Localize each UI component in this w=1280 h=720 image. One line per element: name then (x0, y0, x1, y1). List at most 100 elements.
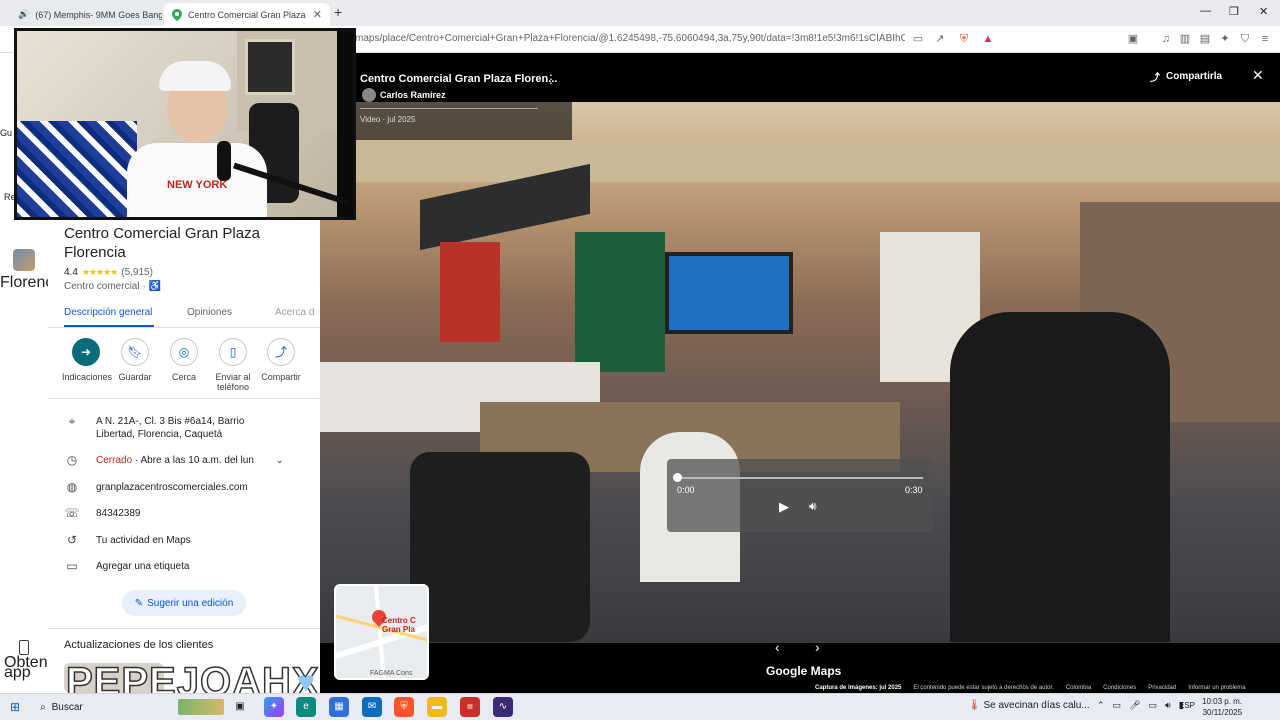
review-count[interactable]: (5,915) (121, 267, 153, 278)
app-icon[interactable]: ∿ (493, 697, 513, 717)
volume-icon[interactable]: 🔊︎ (1165, 700, 1171, 711)
address-row[interactable]: ⌖ A N. 21A-, Cl. 3 Bis #6a14, Barrio Lib… (64, 415, 304, 441)
phone-row[interactable]: ☏ 84342389 (64, 507, 140, 520)
volume-icon[interactable]: 🔊︎ (809, 499, 817, 514)
avatar[interactable] (362, 88, 376, 102)
microphone (217, 141, 231, 181)
send-to-phone-button[interactable]: ▯ Enviar al teléfono (209, 338, 257, 392)
minimap-label: Centro C Gran Pla (382, 616, 416, 634)
store-icon[interactable]: ▦ (329, 697, 349, 717)
mic-icon[interactable]: 🎤︎ (1129, 700, 1140, 711)
video-date: Video · jul 2025 (360, 115, 416, 124)
chevron-up-icon[interactable]: ⌃ (1097, 700, 1105, 711)
task-view-icon[interactable]: ▣ (230, 697, 250, 717)
cast-icon[interactable]: ▭ (911, 32, 925, 46)
close-tab-icon[interactable]: ✕ (313, 8, 322, 21)
divider (48, 628, 320, 629)
music-icon[interactable]: ♫ (1159, 32, 1173, 46)
banner-green (575, 232, 665, 372)
divider (360, 108, 538, 109)
maximize-button[interactable]: ❐ (1229, 5, 1239, 18)
chevron-down-icon[interactable]: ⌄ (276, 454, 284, 467)
folder-icon[interactable]: ▬ (427, 697, 447, 717)
vpn-icon[interactable]: ⛉ (1238, 32, 1252, 46)
activity-row[interactable]: ↺ Tu actividad en Maps (64, 534, 191, 547)
brave-shield-icon[interactable]: ⛨ (957, 32, 971, 46)
share-page-icon[interactable]: ↗ (933, 32, 947, 46)
history-icon: ↺ (66, 533, 78, 547)
share-icon: ⤴ (1150, 73, 1160, 84)
rating-value: 4.4 (64, 267, 78, 278)
hours-text: Cerrado · Abre a las 10 a.m. del lun (96, 454, 254, 467)
recent-place-thumbnail[interactable] (13, 249, 35, 271)
media-app-icon[interactable]: ▤ (460, 697, 480, 717)
category-label[interactable]: Centro comercial · ♿ (64, 281, 161, 292)
clock[interactable]: 10:03 p. m. 30/11/2025 (1202, 696, 1242, 718)
photo-viewer: Centro Comercial Gran Plaza Floren... ⋮ … (320, 53, 1280, 693)
rail-item-get-app[interactable]: Obtener app (0, 655, 62, 681)
tab-title: (67) Memphis- 9MM Goes Bang (35, 9, 162, 20)
language-indicator[interactable]: ESP (1179, 701, 1195, 710)
address-text: A N. 21A-, Cl. 3 Bis #6a14, Barrio Liber… (96, 416, 245, 440)
windows-start-icon[interactable]: ⊞ (10, 700, 20, 714)
edge-icon[interactable]: e (296, 697, 316, 717)
brave-icon[interactable]: ⛨ (394, 697, 414, 717)
clock-time: 10:03 p. m. (1202, 697, 1243, 706)
play-icon[interactable]: ▶ (779, 499, 789, 515)
taskbar-search[interactable]: ⌕ Buscar (34, 697, 224, 717)
label-row[interactable]: ▭ Agregar una etiqueta (64, 560, 189, 573)
progress-bar[interactable] (677, 477, 923, 479)
hours-row[interactable]: ◷ Cerrado · Abre a las 10 a.m. del lun ⌄ (64, 453, 284, 467)
rewards-icon[interactable]: ▲ (981, 32, 995, 46)
suggest-edit-button[interactable]: ✎ Sugerir una edición (122, 590, 246, 616)
speaker-icon: 🔊 (18, 9, 30, 19)
footer-report[interactable]: Informar un problema (1188, 685, 1245, 691)
network-icon[interactable]: ▭ (1149, 700, 1158, 711)
tab-overview[interactable]: Descripción general (64, 307, 152, 318)
clock-date: 30/11/2025 (1202, 708, 1243, 717)
search-placeholder: Buscar (51, 701, 83, 713)
tab-title: Centro Comercial Gran Plaza Flo (188, 9, 307, 20)
footer-terms[interactable]: Condiciones (1103, 685, 1136, 691)
share-label: Compartirla (1166, 71, 1223, 82)
copilot-icon[interactable]: ✦ (264, 697, 284, 717)
new-tab-button[interactable]: + (334, 4, 342, 20)
progress-knob[interactable] (673, 473, 682, 482)
video-controls: 0:00 0:30 ▶ 🔊︎ (667, 459, 933, 532)
phone-icon[interactable] (19, 640, 29, 655)
banner-red (440, 242, 500, 342)
weather-widget[interactable]: 🌡︎ Se avecinan días calu... (968, 700, 1090, 711)
folder-tray-icon[interactable]: ▭ (1113, 700, 1122, 711)
chevron-right-icon[interactable]: › (815, 639, 820, 655)
chevron-left-icon[interactable]: ‹ (775, 639, 780, 655)
close-icon[interactable]: ✕ (1252, 67, 1264, 84)
sidebar-icon[interactable]: ▥ (1178, 32, 1192, 46)
mail-icon[interactable]: ✉ (362, 697, 382, 717)
divider (48, 398, 320, 399)
clock-icon: ◷ (66, 453, 78, 467)
ai-icon[interactable]: ✦ (1218, 32, 1232, 46)
tab-youtube[interactable]: 🔊 (67) Memphis- 9MM Goes Bang (4, 3, 162, 26)
share-button[interactable]: ⤴ Compartir (257, 338, 305, 382)
tab-reviews[interactable]: Opiniones (187, 307, 232, 318)
author-name[interactable]: Carlos Ramirez (380, 90, 446, 100)
video-frame[interactable] (320, 102, 1280, 643)
wallet-icon[interactable]: ▤ (1198, 32, 1212, 46)
screenshot-icon[interactable]: ▣ (1126, 32, 1140, 46)
save-button[interactable]: 🔖︎ Guardar (111, 338, 159, 382)
directions-button[interactable]: ➜ Indicaciones (62, 338, 112, 382)
tab-about[interactable]: Acerca d (275, 307, 314, 318)
tab-maps[interactable]: Centro Comercial Gran Plaza Flo ✕ (164, 3, 330, 26)
more-options-icon[interactable]: ⋮ (545, 72, 557, 86)
nearby-button[interactable]: ◎ Cerca (160, 338, 208, 382)
minimize-button[interactable]: — (1200, 5, 1211, 17)
footer-privacy[interactable]: Privacidad (1148, 685, 1176, 691)
close-window-button[interactable]: ✕ (1259, 5, 1268, 18)
nearby-icon: ◎ (170, 338, 198, 366)
share-viewer-button[interactable]: ⤴ Compartirla (1150, 69, 1222, 84)
footer-country[interactable]: Colombia (1066, 685, 1091, 691)
menu-icon[interactable]: ≡ (1258, 32, 1272, 46)
website-row[interactable]: ◍ granplazacentroscomerciales.com (64, 481, 248, 494)
address-bar[interactable]: maps/place/Centro+Comercial+Gran+Plaza+F… (355, 33, 905, 44)
minimap[interactable]: Centro C Gran Pla FAGMA Cons (334, 584, 429, 680)
